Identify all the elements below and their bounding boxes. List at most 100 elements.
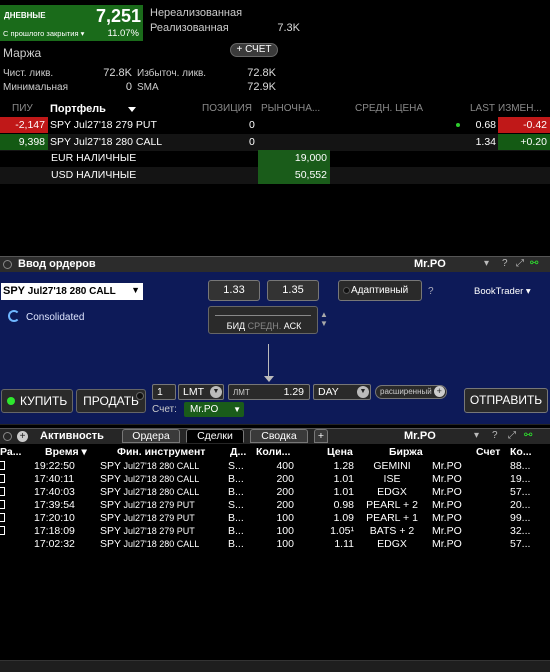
col-action[interactable]: Д... bbox=[230, 446, 246, 458]
symbol-select[interactable]: SPY Jul27'18 280 CALL ▼ bbox=[1, 283, 143, 300]
chevron-down-icon[interactable]: ▼ bbox=[357, 386, 369, 398]
col-market[interactable]: РЫНОЧНА... bbox=[261, 103, 320, 114]
help-icon[interactable]: ? bbox=[492, 430, 498, 441]
trade-detail: Jul27'18 280 CALL bbox=[121, 461, 200, 471]
table-row[interactable]: 17:40:03 SPY Jul27'18 280 CALL B... 200 … bbox=[0, 486, 550, 498]
tif-select[interactable]: DAY ▼ bbox=[313, 384, 371, 400]
trade-underlying: SPY bbox=[100, 538, 122, 550]
position-row[interactable]: 9,398 SPY Jul27'18 280 CALL 0 1.34 +0.20 bbox=[0, 134, 550, 151]
row-daily-pl: 9,398 bbox=[0, 134, 48, 150]
position-row[interactable]: -2,147 SPY Jul27'18 279 PUT 0 0.68 -0.42 bbox=[0, 117, 550, 134]
extended-button[interactable]: расширенный + bbox=[375, 385, 447, 399]
cash-row[interactable]: USD НАЛИЧНЫЕ 50,552 bbox=[0, 167, 550, 184]
table-row[interactable]: 17:02:32 SPY Jul27'18 280 CALL B... 100 … bbox=[0, 538, 550, 550]
mid-label: СРЕДН. bbox=[247, 321, 282, 331]
chevron-down-icon[interactable]: ▼ bbox=[210, 386, 222, 398]
realized-value: 7.3K bbox=[277, 22, 300, 34]
submit-button[interactable]: ОТПРАВИТЬ bbox=[464, 388, 548, 413]
price-slider[interactable]: БИД СРЕДН. АСК bbox=[208, 306, 318, 334]
link-icon[interactable] bbox=[3, 260, 12, 269]
ask-price-button[interactable]: 1.35 bbox=[267, 280, 319, 301]
checkbox-icon[interactable] bbox=[0, 500, 5, 509]
row-last: 1.34 bbox=[475, 136, 496, 148]
tab-add[interactable]: + bbox=[314, 429, 328, 443]
checkbox-icon[interactable] bbox=[0, 474, 5, 483]
trade-quantity: 100 bbox=[276, 538, 294, 550]
col-position[interactable]: ПОЗИЦИЯ bbox=[202, 103, 252, 114]
trade-exchange: BATS + 2 bbox=[369, 525, 415, 537]
col-commission[interactable]: Ко... bbox=[510, 446, 532, 458]
chevron-down-icon[interactable] bbox=[128, 107, 136, 112]
limit-price-field[interactable]: ЛМТ 1.29 bbox=[228, 384, 310, 400]
add-account-button[interactable]: + СЧЕТ bbox=[230, 43, 278, 57]
menu-icon[interactable]: ▾ bbox=[474, 430, 479, 441]
status-dot-icon bbox=[456, 123, 460, 127]
cash-row[interactable]: EUR НАЛИЧНЫЕ 19,000 bbox=[0, 150, 550, 167]
col-price[interactable]: Цена bbox=[327, 446, 353, 458]
checkbox-icon[interactable] bbox=[0, 513, 5, 522]
help-icon[interactable]: ? bbox=[428, 286, 434, 297]
order-entry-titlebar[interactable]: Ввод ордеров Mr.PO ▾ ? ⤢ ⚯ bbox=[0, 256, 550, 272]
col-last[interactable]: LAST bbox=[470, 103, 495, 114]
checkbox-icon[interactable] bbox=[0, 461, 5, 470]
stepper-icon[interactable]: ▲ ▼ bbox=[320, 310, 328, 328]
adaptive-button[interactable]: Адаптивный bbox=[338, 280, 422, 301]
refresh-icon bbox=[8, 310, 20, 322]
col-account[interactable]: Счет bbox=[476, 446, 500, 458]
trade-underlying: SPY bbox=[100, 460, 122, 472]
wrench-icon[interactable]: ⤢ bbox=[508, 430, 516, 441]
table-row[interactable]: 17:18:09 SPY Jul27'18 279 PUT B... 100 1… bbox=[0, 525, 550, 537]
menu-icon[interactable]: ▾ bbox=[484, 258, 489, 269]
chevron-down-icon[interactable]: ▼ bbox=[131, 285, 140, 295]
table-row[interactable]: 19:22:50 SPY Jul27'18 280 CALL S... 400 … bbox=[0, 460, 550, 472]
col-exchange[interactable]: Биржа bbox=[389, 446, 423, 458]
checkbox-icon[interactable] bbox=[0, 526, 5, 535]
status-bar bbox=[0, 660, 550, 672]
sell-button[interactable]: ПРОДАТЬ bbox=[76, 389, 146, 413]
wrench-icon[interactable]: ⤢ bbox=[516, 258, 524, 269]
col-portfolio[interactable]: Портфель bbox=[50, 103, 106, 115]
tab-trades[interactable]: Сделки bbox=[186, 429, 244, 443]
link-chain-icon[interactable]: ⚯ bbox=[524, 430, 532, 441]
order-type-select[interactable]: LMT ▼ bbox=[178, 384, 224, 400]
buy-button[interactable]: КУПИТЬ bbox=[1, 389, 73, 413]
col-change[interactable]: ИЗМЕН... bbox=[498, 103, 542, 114]
link-icon[interactable] bbox=[3, 432, 12, 441]
table-row[interactable]: 17:40:11 SPY Jul27'18 280 CALL B... 200 … bbox=[0, 473, 550, 485]
chevron-down-icon[interactable]: ▼ bbox=[233, 402, 241, 417]
table-row[interactable]: 17:20:10 SPY Jul27'18 279 PUT B... 100 1… bbox=[0, 512, 550, 524]
col-instrument[interactable]: Фин. инструмент bbox=[117, 446, 205, 458]
trade-commission: 57... bbox=[510, 486, 531, 498]
col-quantity[interactable]: Коли... bbox=[256, 446, 290, 458]
excess-liq-label: Избыточ. ликв. bbox=[137, 68, 207, 79]
portfolio-panel: ДНЕВНЫЕ 7,251 С прошлого закрытия ▾ 11.0… bbox=[0, 0, 550, 250]
checkbox-icon[interactable] bbox=[0, 487, 5, 496]
link-chain-icon[interactable]: ⚯ bbox=[530, 258, 538, 269]
trade-quantity: 200 bbox=[276, 499, 294, 511]
trade-detail: Jul27'18 279 PUT bbox=[121, 500, 195, 510]
trade-time: 17:39:54 bbox=[34, 499, 75, 511]
table-row[interactable]: 17:39:54 SPY Jul27'18 279 PUT S... 200 0… bbox=[0, 499, 550, 511]
help-icon[interactable]: ? bbox=[502, 258, 508, 269]
trade-detail: Jul27'18 280 CALL bbox=[121, 474, 200, 484]
bid-price-button[interactable]: 1.33 bbox=[208, 280, 260, 301]
quantity-field[interactable]: 1 bbox=[152, 384, 176, 400]
tab-orders[interactable]: Ордера bbox=[122, 429, 180, 443]
col-time[interactable]: Время ▾ bbox=[45, 446, 87, 458]
trade-action: B... bbox=[228, 512, 244, 524]
booktrader-dropdown[interactable]: BookTrader ▾ bbox=[474, 286, 531, 297]
col-flag[interactable]: Ра... bbox=[0, 446, 21, 458]
daily-pnl-box[interactable]: ДНЕВНЫЕ 7,251 С прошлого закрытия ▾ 11.0… bbox=[0, 5, 143, 41]
add-icon[interactable]: + bbox=[17, 431, 28, 442]
slider-track[interactable] bbox=[215, 315, 311, 316]
account-select[interactable]: Mr.PO ▼ bbox=[184, 402, 244, 417]
radio-icon bbox=[343, 287, 350, 294]
excess-liq-value: 72.8K bbox=[247, 67, 276, 79]
tab-summary[interactable]: Сводка bbox=[250, 429, 308, 443]
col-daily-pl[interactable]: ПИУ bbox=[12, 103, 33, 114]
trade-account: Mr.PO bbox=[432, 460, 462, 472]
trade-time: 17:18:09 bbox=[34, 525, 75, 537]
since-close-dropdown[interactable]: С прошлого закрытия ▾ bbox=[3, 29, 84, 38]
col-avg-price[interactable]: СРЕДН. ЦЕНА bbox=[355, 103, 423, 114]
trade-quantity: 400 bbox=[276, 460, 294, 472]
